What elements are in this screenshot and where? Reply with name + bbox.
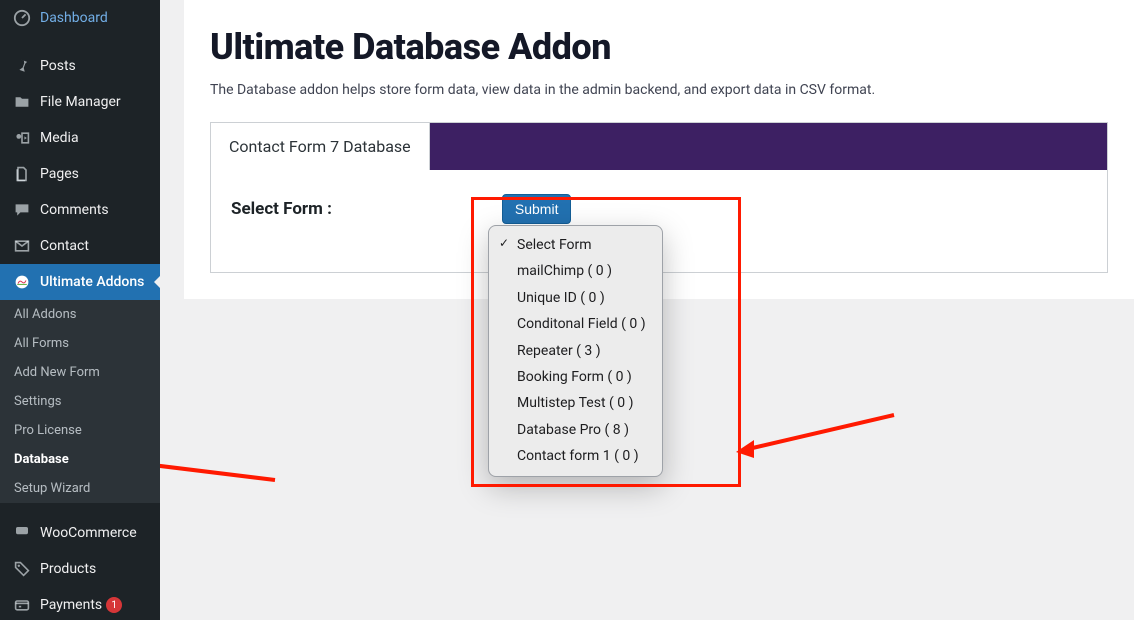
sidebar-item-label: Products (40, 561, 96, 577)
products-icon (12, 559, 32, 579)
form-select-dropdown[interactable]: Select Form mailChimp ( 0 ) Unique ID ( … (488, 225, 663, 477)
pages-icon (12, 164, 32, 184)
media-icon (12, 128, 32, 148)
dropdown-option[interactable]: Booking Form ( 0 ) (489, 364, 662, 390)
comment-icon (12, 200, 32, 220)
dropdown-option[interactable]: Database Pro ( 8 ) (489, 417, 662, 443)
sidebar-item-products[interactable]: Products (0, 551, 160, 587)
submenu-all-forms[interactable]: All Forms (0, 329, 160, 358)
submenu-pro-license[interactable]: Pro License (0, 416, 160, 445)
dashboard-icon (12, 8, 32, 28)
page-title: Ultimate Database Addon (210, 26, 1108, 68)
dropdown-option[interactable]: Repeater ( 3 ) (489, 338, 662, 364)
submenu-setup-wizard[interactable]: Setup Wizard (0, 474, 160, 503)
main-content: Ultimate Database Addon The Database add… (160, 0, 1134, 620)
admin-sidebar: Dashboard Posts File Manager Media Pages… (0, 0, 160, 620)
dropdown-option[interactable]: Select Form (489, 232, 662, 258)
submenu-database[interactable]: Database (0, 445, 160, 474)
sidebar-item-label: Pages (40, 166, 79, 182)
sidebar-item-label: WooCommerce (40, 525, 137, 541)
sidebar-item-label: Comments (40, 202, 109, 218)
sidebar-item-label: Contact (40, 238, 89, 254)
sidebar-item-posts[interactable]: Posts (0, 48, 160, 84)
sidebar-item-comments[interactable]: Comments (0, 192, 160, 228)
submenu-settings[interactable]: Settings (0, 387, 160, 416)
tab-cf7-database[interactable]: Contact Form 7 Database (211, 123, 430, 170)
submit-button[interactable]: Submit (502, 194, 572, 224)
woo-icon (12, 523, 32, 543)
payments-badge: 1 (106, 597, 122, 613)
folder-icon (12, 92, 32, 112)
sidebar-item-label: Payments (40, 597, 102, 613)
dropdown-option[interactable]: Unique ID ( 0 ) (489, 285, 662, 311)
envelope-icon (12, 236, 32, 256)
payments-icon (12, 595, 32, 615)
page-description: The Database addon helps store form data… (210, 82, 1108, 98)
sidebar-item-file-manager[interactable]: File Manager (0, 84, 160, 120)
tabs-bar: Contact Form 7 Database (210, 122, 1108, 170)
pin-icon (12, 56, 32, 76)
sidebar-item-ultimate-addons[interactable]: Ultimate Addons (0, 264, 160, 300)
sidebar-item-label: File Manager (40, 94, 121, 110)
submenu-add-new-form[interactable]: Add New Form (0, 358, 160, 387)
dropdown-option[interactable]: Multistep Test ( 0 ) (489, 390, 662, 416)
sidebar-item-payments[interactable]: Payments 1 (0, 587, 160, 620)
sidebar-item-label: Media (40, 130, 79, 146)
dropdown-option[interactable]: mailChimp ( 0 ) (489, 258, 662, 284)
sidebar-item-label: Dashboard (40, 10, 108, 26)
submenu-all-addons[interactable]: All Addons (0, 300, 160, 329)
dropdown-option[interactable]: Conditonal Field ( 0 ) (489, 311, 662, 337)
dropdown-option[interactable]: Contact form 1 ( 0 ) (489, 443, 662, 469)
addon-icon (12, 272, 32, 292)
sidebar-item-contact[interactable]: Contact (0, 228, 160, 264)
sidebar-item-dashboard[interactable]: Dashboard (0, 0, 160, 36)
sidebar-item-media[interactable]: Media (0, 120, 160, 156)
sidebar-item-label: Posts (40, 58, 76, 74)
sidebar-item-pages[interactable]: Pages (0, 156, 160, 192)
select-form-label: Select Form : (231, 199, 332, 219)
sidebar-item-woocommerce[interactable]: WooCommerce (0, 515, 160, 551)
sidebar-item-label: Ultimate Addons (40, 274, 144, 290)
sidebar-submenu: All Addons All Forms Add New Form Settin… (0, 300, 160, 503)
